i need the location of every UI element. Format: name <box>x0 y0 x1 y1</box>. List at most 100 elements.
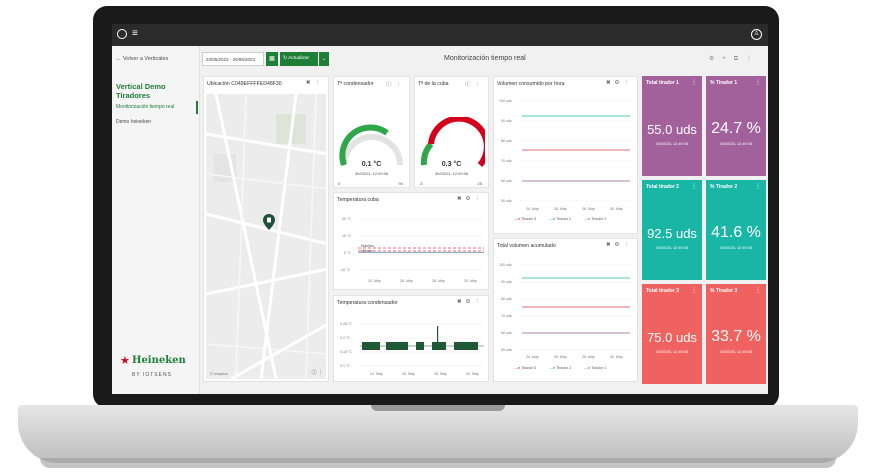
sidebar-item-demo-heineken[interactable]: Demo heineken <box>116 119 151 125</box>
legend-tirador-3[interactable]: —● Tirador 3 <box>514 217 536 221</box>
calendar-button[interactable]: ▦ <box>266 52 278 66</box>
x-tick: 26. May <box>554 207 567 211</box>
temp-cond-plot <box>360 323 484 367</box>
map-view[interactable]: © mapbox ⓘ ⋮ <box>206 94 326 379</box>
temp-cuba-card: Temperatura cuba ✖⚙⋮ 20 °C 10 °C 0 °C -1… <box>333 192 489 290</box>
kpi-value: 92.5 uds <box>647 226 697 241</box>
map-card: Ubicación C049EFFFFED48F30 ✖⋮ © mapbox ⓘ… <box>203 76 329 382</box>
x-tick: 26. May <box>400 279 413 283</box>
gauge-date: 30/05/23, 12:49:08 <box>434 171 469 176</box>
gauge-min: 0 <box>338 181 341 186</box>
kpi-value: 75.0 uds <box>647 330 697 345</box>
vol-acum-card: Total volumen acumulado ✖⚙⋮ 100 uds 90 u… <box>493 238 638 382</box>
legend-tirador-1[interactable]: —● Tirador 1 <box>584 217 606 221</box>
kpi-date: 30/05/23, 12:49:08 <box>656 142 688 146</box>
legend-tirador-1[interactable]: —● Tirador 1 <box>584 366 606 370</box>
kpi-date: 30/05/23, 12:49:08 <box>720 350 752 354</box>
gauge-max: 90 <box>398 181 403 186</box>
vol-hora-plot <box>520 100 632 202</box>
x-tick: 24. May <box>526 207 539 211</box>
kpi-date: 30/05/23, 12:49:08 <box>656 246 688 250</box>
update-dropdown-button[interactable]: ⌄ <box>319 52 329 66</box>
map-card-title: Ubicación C049EFFFFED48F30 <box>207 81 282 87</box>
y-tick: 80 uds <box>501 139 512 143</box>
user-icon[interactable]: ♙ <box>751 29 762 40</box>
kpi-date: 30/05/23, 12:49:08 <box>656 350 688 354</box>
kpi-total-tirador-1: Total tirador 1 ⋮ 55.0 uds 30/05/23, 12:… <box>642 76 702 176</box>
x-tick: 30. May <box>464 279 477 283</box>
kpi-menu-icon[interactable]: ⋮ <box>755 79 761 86</box>
logo-icon[interactable] <box>117 29 127 39</box>
kpi-title: Total tirador 2 <box>646 184 679 190</box>
map-info-icon[interactable]: ⓘ ⋮ <box>312 369 323 376</box>
toolbar-actions[interactable]: ⚙+⧉⋮ <box>709 55 760 63</box>
temp-cond-card: Temperatura condensador ✖⚙⋮ 0.25 °C 0.2 … <box>333 295 489 382</box>
sidebar-item-label: Monitorización tiempo real <box>116 104 175 110</box>
kpi-value: 41.6 % <box>711 224 761 241</box>
chart-tools[interactable]: ✖⚙⋮ <box>606 242 633 248</box>
y-tick: 80 uds <box>501 297 512 301</box>
kpi-menu-icon[interactable]: ⋮ <box>691 287 697 294</box>
annotation-min: Mínimo <box>361 249 374 253</box>
kpi-value: 55.0 uds <box>647 122 697 137</box>
sidebar-item-monitorizacion[interactable]: Monitorización tiempo real <box>112 101 198 114</box>
laptop-shadow <box>40 458 836 468</box>
y-tick: 0.25 °C <box>340 322 353 326</box>
kpi-total-tirador-2: Total tirador 2 ⋮ 92.5 uds 30/05/23, 12:… <box>642 180 702 280</box>
y-tick: -10 °C <box>340 268 351 272</box>
date-range-field[interactable]: 23/05/2023 - 30/05/2023 <box>202 52 264 66</box>
sidebar-title: Vertical Demo Tiradores <box>116 82 166 100</box>
kpi-title: Total tirador 3 <box>646 288 679 294</box>
kpi-title: Total tirador 1 <box>646 80 679 86</box>
map-streets <box>206 94 326 379</box>
gauge-value: 0.1 °C <box>361 161 382 168</box>
y-tick: 50 uds <box>501 199 512 203</box>
brand-byline: BY IOTSENS <box>132 372 172 378</box>
temp-cuba-plot <box>358 218 484 271</box>
kpi-menu-icon[interactable]: ⋮ <box>755 287 761 294</box>
x-tick: 24. May <box>370 372 383 376</box>
kpi-date: 30/05/23, 12:49:08 <box>720 246 752 250</box>
back-link[interactable]: ← Volver a Verticales <box>116 56 168 62</box>
x-tick: 28. May <box>432 279 445 283</box>
legend-tirador-3[interactable]: —● Tirador 3 <box>514 366 536 370</box>
gauge-max: 25 <box>477 181 482 186</box>
kpi-total-tirador-3: Total tirador 3 ⋮ 75.0 uds 30/05/23, 12:… <box>642 284 702 384</box>
brand-logo: Heineken <box>132 355 186 366</box>
star-icon: ★ <box>120 355 130 367</box>
app-screen: ≡ ♙ ← Volver a Verticales Vertical Demo … <box>112 24 768 394</box>
annotation-max: Máximo <box>361 244 375 248</box>
kpi-title: % Tirador 2 <box>710 184 738 190</box>
x-tick: 28. May <box>582 355 595 359</box>
top-bar: ≡ ♙ <box>112 24 768 46</box>
x-tick: 26. May <box>402 372 415 376</box>
gauge-tools[interactable]: ⓘ⋮ <box>386 80 405 88</box>
y-tick: 100 uds <box>499 99 512 103</box>
kpi-menu-icon[interactable]: ⋮ <box>691 183 697 190</box>
gauge-value: 0.3 °C <box>441 161 462 168</box>
gauge-tools[interactable]: ⓘ⋮ <box>465 80 484 88</box>
x-tick: 28. May <box>434 372 447 376</box>
map-card-tools[interactable]: ✖⋮ <box>306 80 324 86</box>
update-label: Actualizar <box>288 56 310 61</box>
chart-tools[interactable]: ✖⚙⋮ <box>606 80 633 86</box>
kpi-pct-tirador-1: % Tirador 1 ⋮ 24.7 % 30/05/23, 12:49:08 <box>706 76 766 176</box>
legend-tirador-2[interactable]: —● Tirador 2 <box>549 217 571 221</box>
x-tick: 26. May <box>554 355 567 359</box>
y-tick: 100 uds <box>499 263 512 267</box>
chart-tools[interactable]: ✖⚙⋮ <box>457 299 484 305</box>
hamburger-icon[interactable]: ≡ <box>132 28 138 40</box>
gauge-title: Tª condensador <box>337 81 374 87</box>
kpi-menu-icon[interactable]: ⋮ <box>755 183 761 190</box>
y-tick: 10 °C <box>342 234 352 238</box>
kpi-menu-icon[interactable]: ⋮ <box>691 79 697 86</box>
legend-tirador-2[interactable]: —● Tirador 2 <box>549 366 571 370</box>
x-tick: 24. May <box>526 355 539 359</box>
kpi-title: % Tirador 3 <box>710 288 738 294</box>
location-pin-icon[interactable] <box>263 214 275 230</box>
chart-title: Temperatura condensador <box>337 300 398 306</box>
vol-acum-plot <box>520 264 632 351</box>
chart-tools[interactable]: ✖⚙⋮ <box>457 196 484 202</box>
kpi-date: 30/05/23, 12:49:08 <box>720 142 752 146</box>
update-button[interactable]: ↻ Actualizar <box>280 52 318 66</box>
